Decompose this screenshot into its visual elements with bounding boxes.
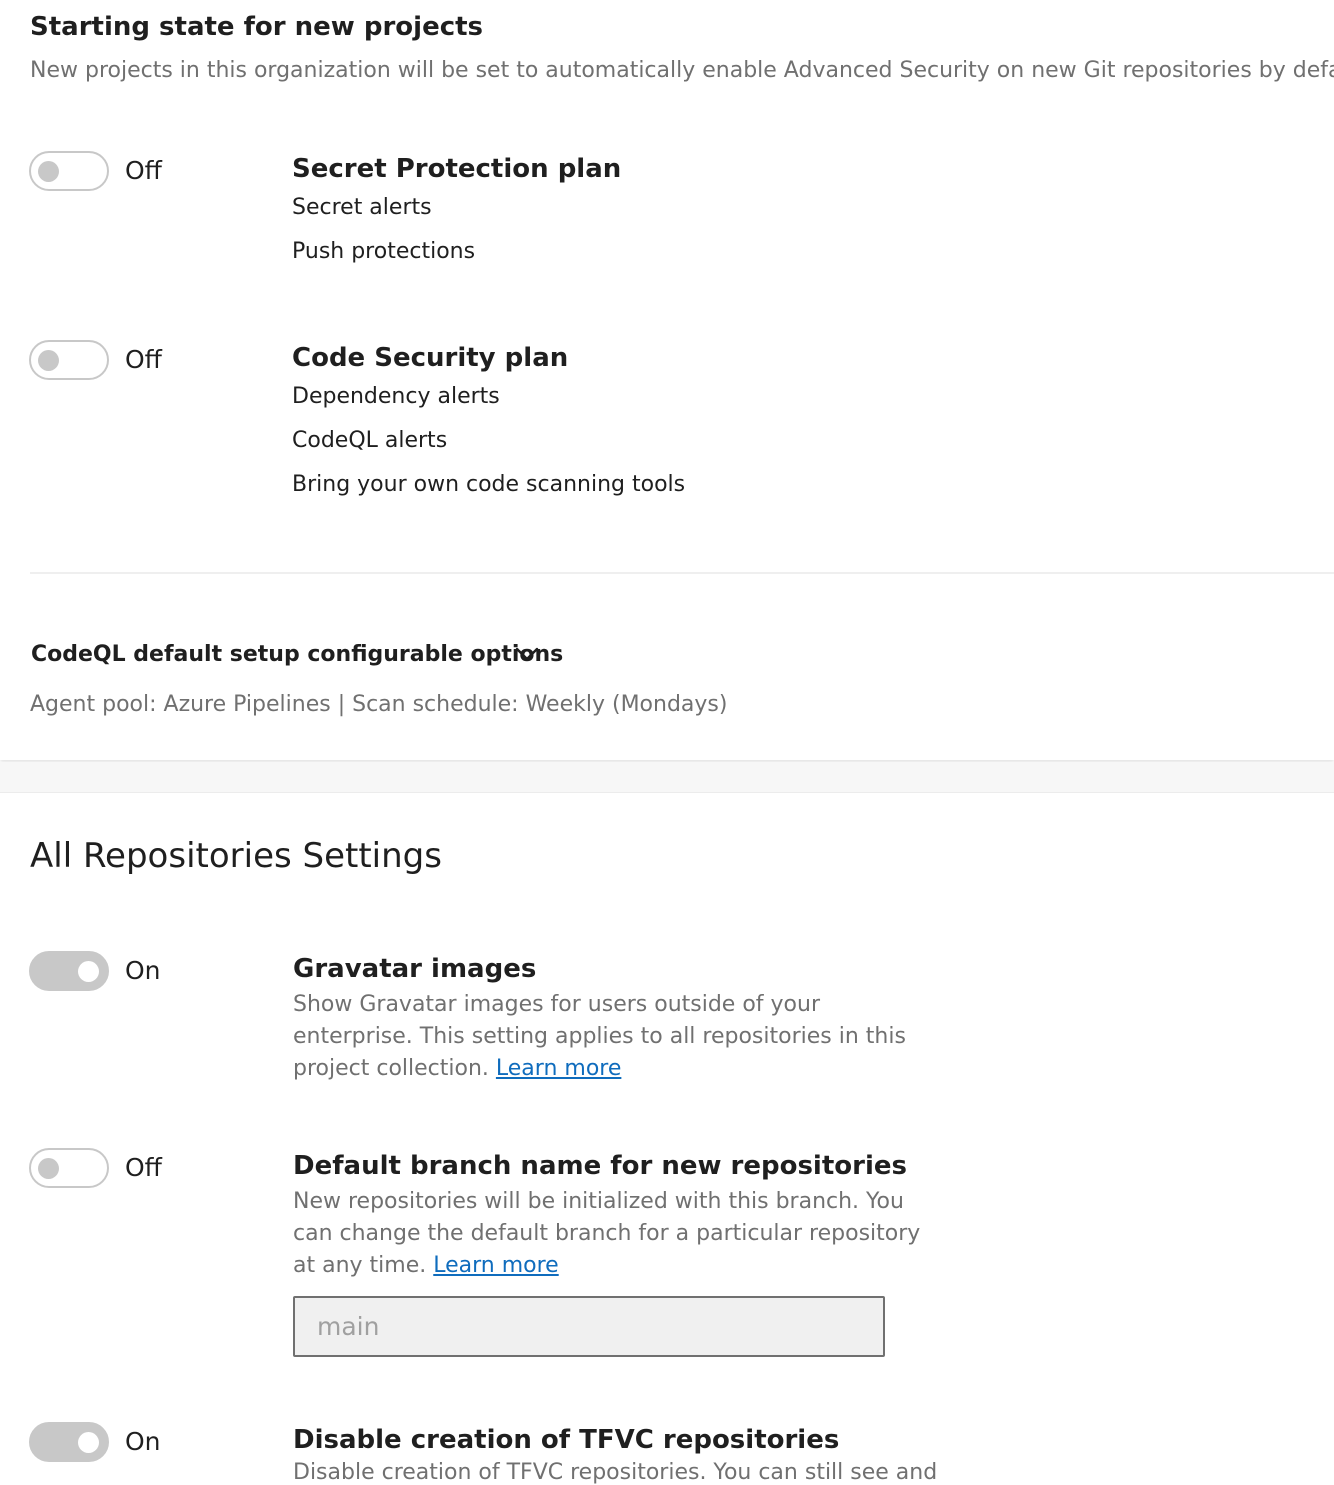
secret-protection-title: Secret Protection plan	[292, 154, 622, 184]
starting-state-description: New projects in this organization will b…	[30, 58, 1334, 83]
code-security-toggle[interactable]	[29, 340, 109, 380]
disable-tfvc-description: Disable creation of TFVC repositories. Y…	[293, 1460, 938, 1485]
toggle-knob	[78, 1432, 99, 1453]
plan-item: CodeQL alerts	[292, 428, 448, 453]
plan-item: Secret alerts	[292, 195, 432, 220]
section-divider	[30, 572, 1334, 574]
learn-more-link[interactable]: Learn more	[433, 1253, 558, 1278]
secret-protection-toggle[interactable]	[29, 151, 109, 191]
gravatar-toggle[interactable]	[29, 951, 109, 991]
chevron-down-icon[interactable]	[514, 644, 540, 664]
toggle-knob	[38, 1158, 59, 1179]
codeql-summary: Agent pool: Azure Pipelines | Scan sched…	[30, 692, 728, 717]
gravatar-description: Show Gravatar images for users outside o…	[293, 989, 943, 1085]
toggle-knob	[38, 350, 59, 371]
default-branch-state: Off	[125, 1153, 162, 1182]
secret-protection-state: Off	[125, 156, 162, 185]
default-branch-toggle[interactable]	[29, 1148, 109, 1188]
default-branch-title: Default branch name for new repositories	[293, 1151, 907, 1181]
starting-state-title: Starting state for new projects	[30, 12, 484, 42]
codeql-options-toggle[interactable]: CodeQL default setup configurable option…	[31, 642, 563, 667]
plan-item: Push protections	[292, 239, 476, 264]
code-security-state: Off	[125, 345, 162, 374]
section-separator	[0, 762, 1334, 793]
code-security-title: Code Security plan	[292, 343, 569, 373]
disable-tfvc-state: On	[125, 1427, 161, 1456]
plan-item: Bring your own code scanning tools	[292, 472, 686, 497]
toggle-knob	[38, 161, 59, 182]
default-branch-input[interactable]	[293, 1296, 885, 1357]
plan-item: Dependency alerts	[292, 384, 500, 409]
toggle-knob	[78, 961, 99, 982]
learn-more-link[interactable]: Learn more	[496, 1056, 621, 1081]
default-branch-description: New repositories will be initialized wit…	[293, 1186, 943, 1282]
disable-tfvc-toggle[interactable]	[29, 1422, 109, 1462]
default-branch-description-text: New repositories will be initialized wit…	[293, 1189, 921, 1278]
disable-tfvc-title: Disable creation of TFVC repositories	[293, 1425, 840, 1455]
repositories-heading: All Repositories Settings	[30, 836, 442, 876]
gravatar-state: On	[125, 956, 161, 985]
gravatar-title: Gravatar images	[293, 954, 537, 984]
